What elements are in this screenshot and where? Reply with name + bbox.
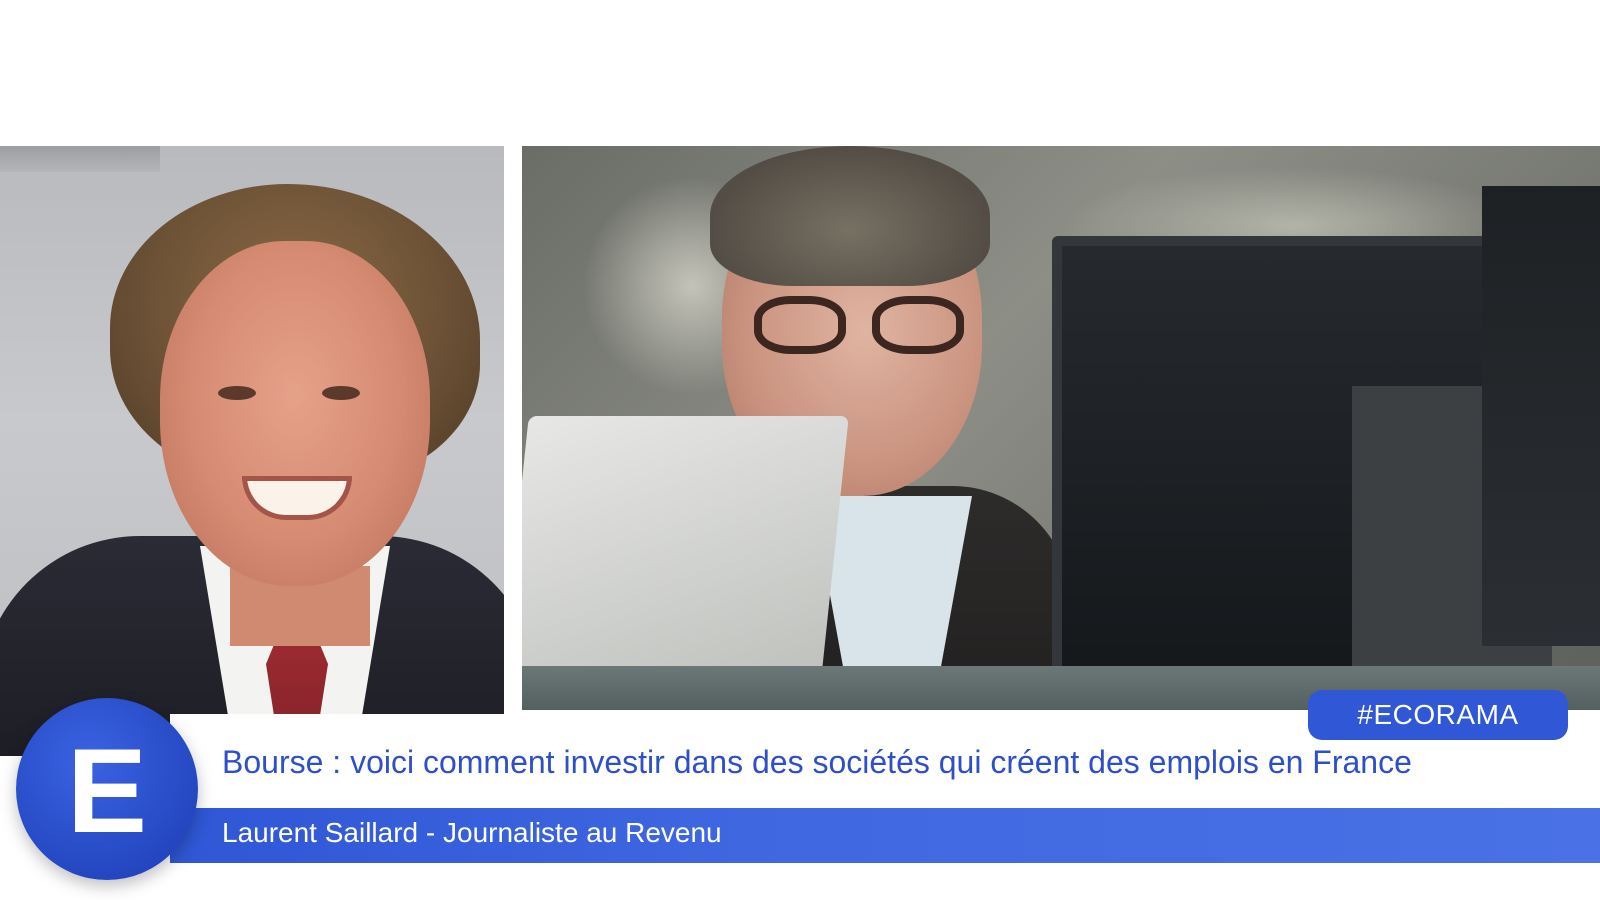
panel-divider bbox=[504, 146, 522, 706]
glasses-right-lens bbox=[872, 296, 964, 354]
speaker-name: Laurent Saillard - Journaliste au Revenu bbox=[222, 817, 722, 848]
portrait-face bbox=[160, 241, 430, 586]
ecorama-logo-icon: E bbox=[16, 698, 198, 880]
portrait-background-detail bbox=[0, 146, 160, 172]
office-video-feed bbox=[522, 146, 1600, 710]
logo-letter: E bbox=[66, 724, 148, 858]
glasses-left-lens bbox=[754, 296, 846, 354]
computer-monitor-side bbox=[1482, 186, 1600, 646]
guest-portrait bbox=[0, 146, 504, 756]
portrait-left-eye bbox=[218, 386, 256, 400]
headline-text: Bourse : voici comment investir dans des… bbox=[222, 744, 1412, 780]
video-frame: Bourse : voici comment investir dans des… bbox=[0, 0, 1600, 900]
man-glasses bbox=[744, 296, 984, 356]
hashtag-text: #ECORAMA bbox=[1357, 699, 1519, 730]
portrait-right-eye bbox=[322, 386, 360, 400]
hashtag-badge: #ECORAMA bbox=[1308, 690, 1568, 740]
man-hair bbox=[710, 146, 990, 286]
